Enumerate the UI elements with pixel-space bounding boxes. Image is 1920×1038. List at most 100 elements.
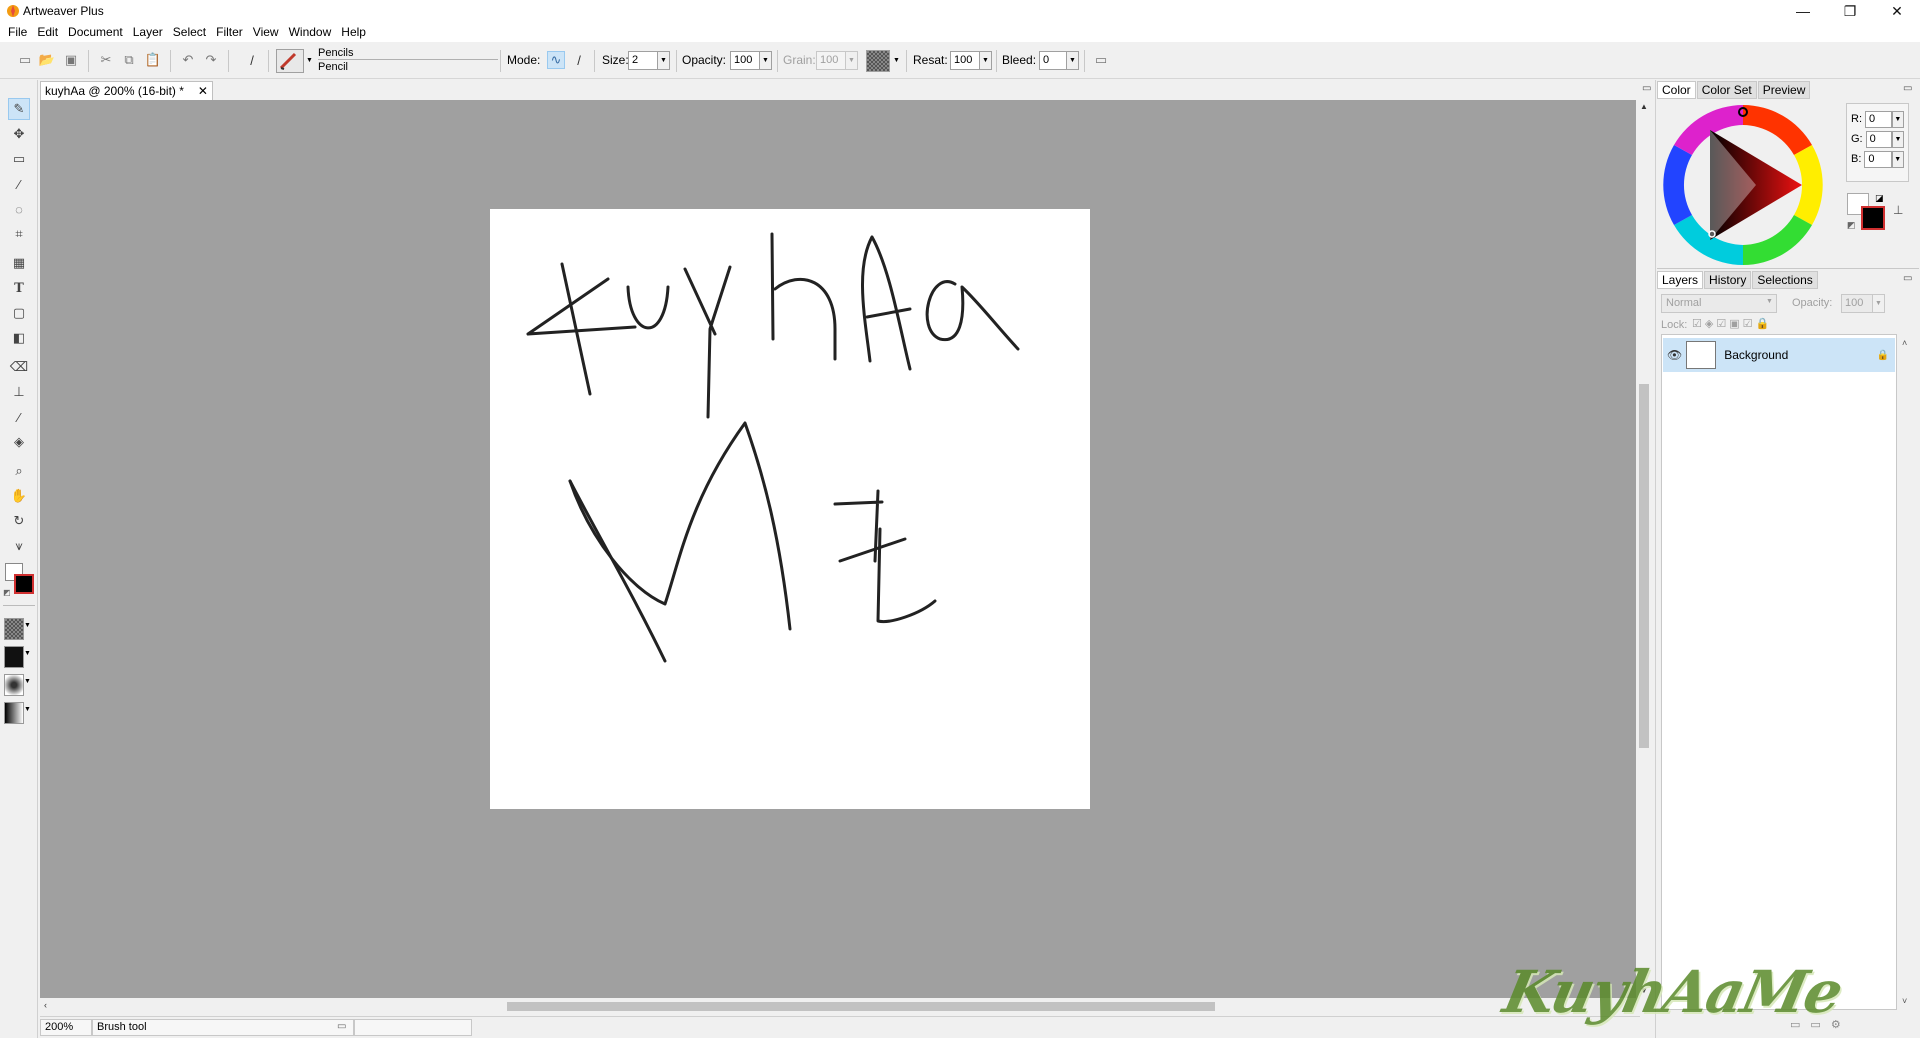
menu-select[interactable]: Select bbox=[168, 22, 211, 42]
g-input[interactable]: 0 bbox=[1865, 130, 1892, 148]
hand-tool-button[interactable]: ✋ bbox=[8, 485, 30, 507]
menu-document[interactable]: Document bbox=[63, 22, 128, 42]
undo-icon[interactable]: ↶ bbox=[179, 51, 197, 69]
brush-preset-picker[interactable] bbox=[276, 49, 304, 73]
r-input[interactable]: 0 bbox=[1865, 110, 1892, 128]
freehand-mode-icon[interactable]: ∿ bbox=[547, 51, 565, 69]
tab-color[interactable]: Color bbox=[1657, 81, 1696, 99]
minimize-button[interactable]: — bbox=[1780, 0, 1826, 22]
reset-colors-icon[interactable]: ◩ bbox=[3, 588, 11, 597]
lasso-tool-button[interactable]: ◌ bbox=[8, 198, 30, 220]
size-dropdown[interactable]: ▼ bbox=[657, 51, 670, 70]
tab-preview[interactable]: Preview bbox=[1757, 81, 1811, 99]
lock-image-icon[interactable]: ▣ bbox=[1729, 318, 1742, 330]
open-file-icon[interactable]: 📂 bbox=[38, 51, 56, 69]
lock-pixels-icon[interactable]: ☑ bbox=[1716, 318, 1729, 330]
color-stamp-icon[interactable]: ⊥ bbox=[1893, 203, 1903, 217]
gradient-swatch[interactable] bbox=[4, 702, 24, 724]
b-dropdown[interactable]: ▼ bbox=[1891, 150, 1904, 168]
new-document-icon[interactable]: ▭ bbox=[16, 51, 34, 69]
crop-tool-button[interactable]: ⌗ bbox=[8, 223, 30, 245]
paper-texture-swatch[interactable] bbox=[866, 50, 890, 72]
foreground-color-swatch[interactable] bbox=[14, 574, 34, 594]
bleed-dropdown[interactable]: ▼ bbox=[1066, 51, 1079, 70]
rectangle-select-tool-button[interactable]: ▭ bbox=[8, 148, 30, 170]
straight-line-mode-icon[interactable]: / bbox=[570, 51, 588, 69]
tab-selections[interactable]: Selections bbox=[1752, 271, 1818, 289]
redo-icon[interactable]: ↷ bbox=[202, 51, 220, 69]
close-window-button[interactable]: ✕ bbox=[1874, 0, 1920, 22]
save-icon[interactable]: ▣ bbox=[62, 51, 80, 69]
blend-mode-dropdown-icon[interactable]: ▼ bbox=[1766, 298, 1773, 305]
eraser-tool-button[interactable]: ⌫ bbox=[8, 356, 30, 378]
move-tool-button[interactable]: ✥ bbox=[8, 123, 30, 145]
lock-alpha-icon[interactable]: ☑ bbox=[1743, 318, 1756, 330]
smudge-tool-button[interactable]: ⩛ bbox=[8, 535, 30, 557]
opacity-dropdown[interactable]: ▼ bbox=[759, 51, 772, 70]
clone-stamp-tool-button[interactable]: ⊥ bbox=[8, 381, 30, 403]
g-dropdown[interactable]: ▼ bbox=[1891, 130, 1904, 148]
paste-icon[interactable]: 📋 bbox=[144, 51, 162, 69]
size-input[interactable]: 2 bbox=[628, 51, 658, 70]
brush-texture-dropdown-icon[interactable]: ▼ bbox=[24, 678, 31, 685]
b-input[interactable]: 0 bbox=[1864, 150, 1892, 168]
eyedropper-tool-button[interactable]: ⁄ bbox=[8, 406, 30, 428]
magic-wand-tool-button[interactable]: ⁄ bbox=[8, 173, 30, 195]
layer-row-background[interactable]: 👁 Background 🔒 bbox=[1663, 338, 1895, 372]
layer-opacity-dropdown[interactable]: ▼ bbox=[1872, 294, 1885, 313]
brush-preset-dropdown[interactable]: ▼ bbox=[303, 51, 316, 70]
zoom-tool-button[interactable]: ⌕ bbox=[8, 460, 30, 482]
perspective-tool-button[interactable]: ▦ bbox=[8, 252, 30, 274]
bleed-input[interactable]: 0 bbox=[1039, 51, 1067, 70]
resat-dropdown[interactable]: ▼ bbox=[979, 51, 992, 70]
menu-help[interactable]: Help bbox=[336, 22, 371, 42]
menu-file[interactable]: File bbox=[3, 22, 32, 42]
layers-scrollbar[interactable] bbox=[1898, 334, 1915, 1010]
tablet-settings-icon[interactable]: ▭ bbox=[1092, 51, 1110, 69]
layer-opacity-input[interactable]: 100 bbox=[1841, 294, 1873, 313]
brush-texture-swatch[interactable] bbox=[4, 674, 24, 696]
document-menu-icon[interactable]: ▭ bbox=[1642, 83, 1651, 94]
paper-dropdown-icon[interactable]: ▼ bbox=[24, 622, 31, 629]
layer-visibility-eye-icon[interactable]: 👁 bbox=[1667, 348, 1682, 362]
document-tab[interactable]: kuyhAa @ 200% (16-bit) * ✕ bbox=[40, 81, 213, 100]
tab-history[interactable]: History bbox=[1704, 271, 1752, 289]
layers-panel-menu-icon[interactable]: ▭ bbox=[1903, 273, 1912, 284]
swap-colors-icon[interactable]: ◪ bbox=[1875, 193, 1884, 204]
opacity-input[interactable]: 100 bbox=[730, 51, 760, 70]
text-tool-button[interactable]: T bbox=[8, 277, 30, 299]
status-info-icon[interactable]: ▭ bbox=[337, 1021, 346, 1032]
gradient-tool-button[interactable]: ◧ bbox=[8, 327, 30, 349]
restore-button[interactable]: ❐ bbox=[1827, 0, 1873, 22]
tab-layers[interactable]: Layers bbox=[1657, 271, 1704, 289]
pattern-dropdown-icon[interactable]: ▼ bbox=[24, 650, 31, 657]
layers-scroll-up-icon[interactable]: ˄ bbox=[1902, 338, 1907, 348]
lock-position-icon[interactable]: ◈ bbox=[1705, 318, 1716, 330]
lock-transparency-icon[interactable]: ☑ bbox=[1692, 318, 1705, 330]
paper-texture-dropdown[interactable]: ▼ bbox=[890, 51, 903, 70]
rotate-view-tool-button[interactable]: ↻ bbox=[8, 510, 30, 532]
scroll-left-icon[interactable]: ‹ bbox=[44, 1000, 47, 1010]
horizontal-scroll-thumb[interactable] bbox=[507, 1002, 1215, 1011]
panel-foreground-color[interactable] bbox=[1861, 206, 1885, 230]
menu-view[interactable]: View bbox=[248, 22, 284, 42]
resat-input[interactable]: 100 bbox=[950, 51, 980, 70]
drawing-canvas[interactable] bbox=[490, 209, 1090, 809]
vertical-scroll-thumb[interactable] bbox=[1639, 384, 1649, 748]
paint-bucket-tool-button[interactable]: ◈ bbox=[8, 431, 30, 453]
menu-edit[interactable]: Edit bbox=[32, 22, 63, 42]
paper-swatch[interactable] bbox=[4, 618, 24, 640]
lock-all-icon[interactable]: 🔒 bbox=[1756, 318, 1773, 330]
color-panel-menu-icon[interactable]: ▭ bbox=[1903, 83, 1912, 94]
tab-color-set[interactable]: Color Set bbox=[1696, 81, 1757, 99]
brush-tool-icon[interactable]: / bbox=[243, 51, 261, 69]
menu-filter[interactable]: Filter bbox=[211, 22, 248, 42]
shape-tool-button[interactable]: ▢ bbox=[8, 302, 30, 324]
pattern-swatch[interactable] bbox=[4, 646, 24, 668]
cut-icon[interactable]: ✂ bbox=[97, 51, 115, 69]
copy-icon[interactable]: ⧉ bbox=[120, 51, 138, 69]
menu-window[interactable]: Window bbox=[284, 22, 337, 42]
brush-tool-button[interactable]: ✎ bbox=[8, 98, 30, 120]
reset-colors-panel-icon[interactable]: ◩ bbox=[1847, 220, 1856, 231]
color-wheel[interactable] bbox=[1662, 104, 1824, 266]
